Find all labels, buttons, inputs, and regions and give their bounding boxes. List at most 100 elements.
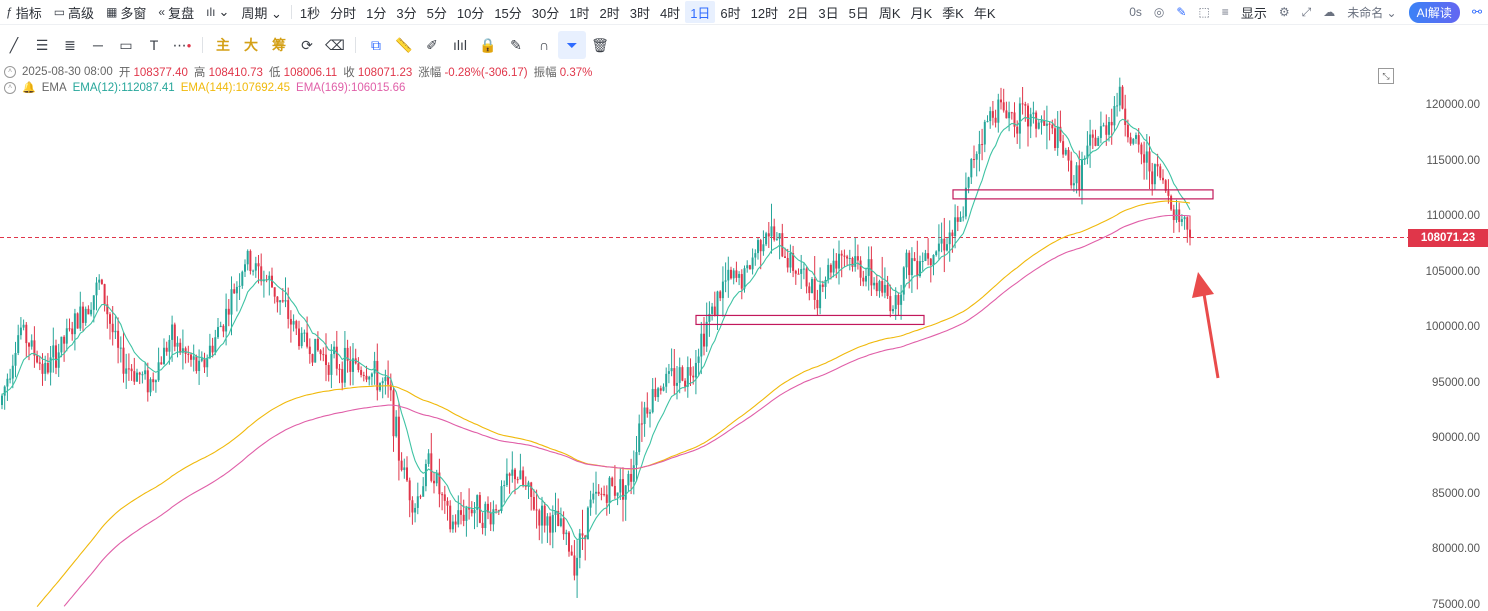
note-icon[interactable]: ✎ (502, 31, 530, 59)
timeframe-14[interactable]: 12时 (746, 1, 783, 23)
big-order-toggle[interactable]: 大 (237, 31, 265, 59)
candle (136, 368, 138, 382)
arrow-annotation[interactable] (1192, 272, 1220, 379)
timeframe-1[interactable]: 分时 (325, 1, 361, 23)
candle (1070, 151, 1073, 189)
ai-interpret-button[interactable]: AI解读 (1408, 1, 1460, 23)
candle (149, 377, 152, 397)
rect-tool-icon[interactable]: ▭ (112, 31, 140, 59)
display-button[interactable]: 显示 (1235, 1, 1273, 23)
timeframe-5[interactable]: 10分 (452, 1, 489, 23)
parallel-tool-icon[interactable]: ☰ (28, 31, 56, 59)
candle (468, 488, 471, 520)
bookmark-icon[interactable]: ⧉ (362, 31, 390, 59)
menu-icon[interactable]: ≡ (1216, 1, 1235, 23)
camera-icon[interactable]: ◎ (1148, 1, 1170, 23)
candle (873, 277, 876, 290)
price-axis[interactable]: 120000.00 115000.00 110000.00 105000.00 1000… (1408, 60, 1488, 611)
timeframe-4[interactable]: 5分 (422, 1, 452, 23)
candle (311, 353, 314, 367)
line-tool-icon[interactable]: ╱ (0, 31, 28, 59)
chart-type-button[interactable]: ılı ⌄ (200, 1, 235, 23)
settings-icon[interactable]: ⚙ (1273, 1, 1296, 23)
indicator-button[interactable]: ƒ 指标 (0, 1, 48, 23)
timeframe-11[interactable]: 4时 (655, 1, 685, 23)
candle (433, 471, 435, 494)
fib-tool-icon[interactable]: ≣ (56, 31, 84, 59)
multi-window-button[interactable]: ▦ 多窗 (100, 1, 152, 23)
cycle-icon[interactable]: ⟳ (293, 31, 321, 59)
candle (249, 249, 252, 275)
timeframe-6[interactable]: 15分 (489, 1, 526, 23)
candle (1005, 101, 1008, 119)
candle (1040, 115, 1043, 135)
candle (1094, 129, 1097, 147)
timeframe-19[interactable]: 月K (906, 1, 938, 23)
period-dropdown[interactable]: 周期 ⌄ (235, 1, 288, 23)
candle (1021, 87, 1024, 115)
main-chart-toggle[interactable]: 主 (209, 31, 237, 59)
divider (202, 37, 203, 53)
candle (360, 366, 363, 378)
more-tool-icon[interactable]: ⋯ ● (168, 31, 196, 59)
advanced-button[interactable]: ▭ 高级 (48, 1, 100, 23)
candle (1110, 108, 1113, 145)
text-tool-icon[interactable]: T (140, 31, 168, 59)
timeframe-10[interactable]: 3时 (625, 1, 655, 23)
filter-icon[interactable]: ⏷ (558, 31, 586, 59)
candle (1170, 194, 1173, 211)
timeframe-7[interactable]: 30分 (527, 1, 564, 23)
candle (265, 274, 268, 283)
layout-name-dropdown[interactable]: 未命名 ⌄ (1341, 1, 1402, 23)
support-zone-box[interactable] (952, 189, 1214, 200)
timeframe-17[interactable]: 5日 (844, 1, 874, 23)
fullscreen-icon[interactable]: ⬚ (1192, 1, 1215, 23)
magnet-icon[interactable]: ∩ (530, 31, 558, 59)
candle (546, 513, 549, 543)
candle (473, 501, 476, 530)
lock-icon[interactable]: 🔒 (474, 31, 502, 59)
price-chart[interactable] (0, 60, 1408, 609)
trash-icon[interactable]: 🗑 (586, 31, 614, 59)
timeframe-0[interactable]: 1秒 (295, 1, 325, 23)
candle (157, 347, 160, 382)
candle (289, 310, 292, 343)
candle (1121, 85, 1124, 110)
erase-tool-icon[interactable]: ⌫ (321, 31, 349, 59)
ruler-icon[interactable]: 📏 (390, 31, 418, 59)
divider (355, 37, 356, 53)
candle (541, 496, 543, 544)
candles-icon[interactable]: ılıl (446, 31, 474, 59)
candle (978, 130, 981, 172)
expand-icon[interactable]: ⤢ (1296, 1, 1318, 23)
timeframe-9[interactable]: 2时 (594, 1, 624, 23)
candle (924, 249, 927, 262)
candle (754, 249, 757, 266)
replay-button[interactable]: «复盘 (152, 1, 200, 23)
timeframe-16[interactable]: 3日 (813, 1, 843, 23)
timeframe-12[interactable]: 1日 (685, 1, 716, 23)
timeframe-21[interactable]: 年K (969, 1, 1001, 23)
candle (103, 283, 106, 312)
timeframe-15[interactable]: 2日 (783, 1, 813, 23)
candle (986, 115, 989, 123)
pen-icon[interactable]: ✎ (1170, 1, 1192, 23)
timeframe-18[interactable]: 周K (874, 1, 906, 23)
timeframe-2[interactable]: 1分 (361, 1, 391, 23)
brush-icon[interactable]: ✐ (418, 31, 446, 59)
timeframe-20[interactable]: 季K (937, 1, 969, 23)
candle (222, 324, 225, 338)
hline-tool-icon[interactable]: ─ (84, 31, 112, 59)
share-icon[interactable]: ⚯ (1466, 1, 1488, 23)
timeframe-8[interactable]: 1时 (564, 1, 594, 23)
axis-label: 120000.00 (1425, 99, 1480, 111)
timeframe-13[interactable]: 6时 (715, 1, 745, 23)
timeframe-3[interactable]: 3分 (391, 1, 421, 23)
candle (138, 371, 141, 385)
candle (902, 266, 905, 301)
candle (975, 151, 978, 177)
candle (916, 240, 919, 290)
candle (392, 387, 395, 452)
chip-toggle[interactable]: 筹 (265, 31, 293, 59)
candle (921, 252, 924, 271)
